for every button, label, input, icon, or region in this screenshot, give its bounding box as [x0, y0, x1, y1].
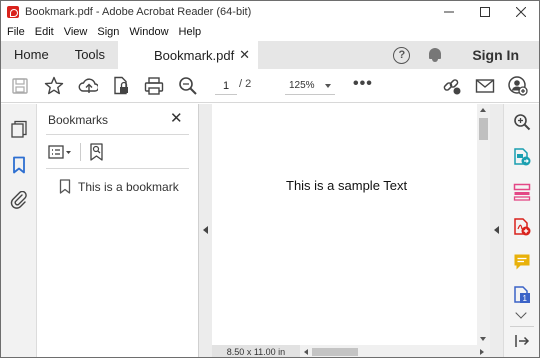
help-icon[interactable]: ?: [393, 46, 411, 64]
menu-sign[interactable]: Sign: [92, 26, 124, 38]
zoom-value: 125%: [289, 80, 315, 91]
close-icon: [516, 7, 526, 17]
cloud-upload-icon[interactable]: [78, 76, 98, 96]
chevron-left-icon: [494, 226, 499, 234]
bookmark-item[interactable]: This is a bookmark: [59, 179, 179, 194]
status-bar: 8.50 x 11.00 in: [212, 345, 490, 357]
bookmark-icon[interactable]: [10, 156, 28, 174]
bookmark-options-button[interactable]: [48, 145, 72, 159]
bookmark-search-icon: [90, 143, 103, 161]
more-tools-button[interactable]: •••: [353, 75, 373, 93]
maximize-icon: [480, 7, 490, 17]
document-text: This is a sample Text: [286, 178, 408, 193]
document-view[interactable]: This is a sample Text: [212, 104, 477, 345]
notifications-icon[interactable]: [428, 47, 442, 63]
save-icon[interactable]: [10, 76, 30, 96]
zoom-icon[interactable]: [513, 113, 531, 131]
star-icon[interactable]: [44, 76, 64, 96]
tab-tools[interactable]: Tools: [62, 41, 118, 69]
page-number-input[interactable]: 1: [215, 77, 237, 95]
attachment-icon[interactable]: [10, 190, 28, 209]
acrobat-window: Bookmark.pdf - Adobe Acrobat Reader (64-…: [0, 0, 540, 358]
close-panel-button[interactable]: ✕: [170, 109, 183, 127]
organize-pages-icon[interactable]: [513, 183, 531, 201]
tab-document[interactable]: Bookmark.pdf ✕: [118, 41, 258, 69]
print-icon[interactable]: [144, 76, 164, 96]
chevron-down-icon[interactable]: [515, 307, 527, 319]
title-bar: Bookmark.pdf - Adobe Acrobat Reader (64-…: [1, 1, 539, 23]
close-window-button[interactable]: [503, 1, 539, 23]
bookmark-icon: [59, 179, 71, 194]
comment-icon[interactable]: [513, 253, 531, 271]
close-tab-button[interactable]: ✕: [239, 47, 250, 63]
maximize-button[interactable]: [467, 1, 503, 23]
file-lock-icon[interactable]: [111, 76, 131, 96]
export-pdf-icon[interactable]: [513, 148, 531, 166]
collapse-left-panel-button[interactable]: [199, 104, 212, 357]
menu-edit[interactable]: Edit: [30, 26, 59, 38]
tab-bar: Home Tools Bookmark.pdf ✕ ? Sign In: [1, 41, 539, 69]
svg-text:1: 1: [523, 294, 528, 303]
tab-bar-actions: ? Sign In: [393, 41, 539, 69]
panel-title: Bookmarks: [48, 113, 109, 127]
divider: [46, 134, 189, 135]
menu-view[interactable]: View: [59, 26, 93, 38]
tab-home[interactable]: Home: [1, 41, 62, 69]
page-total: / 2: [239, 78, 252, 90]
bookmark-toolbar: [48, 142, 105, 162]
scroll-right-icon[interactable]: [480, 349, 484, 355]
scroll-thumb[interactable]: [479, 118, 488, 140]
zoom-search-icon[interactable]: [178, 76, 198, 96]
menu-bar: File Edit View Sign Window Help: [1, 23, 539, 41]
acrobat-app-icon: [7, 6, 19, 18]
bookmark-item-label: This is a bookmark: [78, 179, 179, 194]
toolbar-divider: [80, 143, 81, 161]
expand-right-panel-button[interactable]: [490, 104, 503, 357]
chevron-left-icon: [203, 226, 208, 234]
collapse-panel-icon[interactable]: [513, 332, 531, 350]
create-pdf-icon[interactable]: [513, 218, 531, 236]
toolbar: 1 / 2 125% •••: [1, 69, 539, 103]
page-size-label: 8.50 x 11.00 in: [212, 345, 300, 357]
divider: [46, 168, 189, 169]
scroll-left-icon[interactable]: [304, 349, 308, 355]
chevron-down-icon: [325, 84, 331, 88]
minimize-icon: [444, 11, 454, 13]
window-controls: [431, 1, 539, 23]
vertical-scrollbar[interactable]: [477, 104, 490, 345]
scan-icon[interactable]: 1: [513, 286, 531, 304]
mail-icon[interactable]: [475, 76, 495, 96]
horizontal-scroll-thumb[interactable]: [312, 348, 358, 356]
right-tools-rail: 1: [503, 104, 539, 357]
tab-document-label: Bookmark.pdf: [154, 47, 235, 63]
add-user-icon[interactable]: [508, 76, 528, 96]
left-navigation-rail: [1, 104, 37, 357]
sign-in-button[interactable]: Sign In: [472, 47, 519, 63]
scroll-down-icon[interactable]: [480, 337, 486, 341]
zoom-select[interactable]: 125%: [285, 77, 335, 95]
bookmarks-panel: Bookmarks ✕ This is a bookmark: [37, 104, 199, 357]
list-options-icon: [48, 145, 71, 159]
divider: [510, 326, 534, 327]
window-title: Bookmark.pdf - Adobe Acrobat Reader (64-…: [25, 6, 252, 18]
scroll-up-icon[interactable]: [480, 108, 486, 112]
menu-window[interactable]: Window: [124, 26, 173, 38]
menu-file[interactable]: File: [1, 26, 30, 38]
menu-help[interactable]: Help: [174, 26, 207, 38]
pages-icon[interactable]: [10, 120, 28, 138]
find-bookmark-button[interactable]: [89, 143, 105, 161]
link-icon[interactable]: [442, 76, 462, 96]
minimize-button[interactable]: [431, 1, 467, 23]
